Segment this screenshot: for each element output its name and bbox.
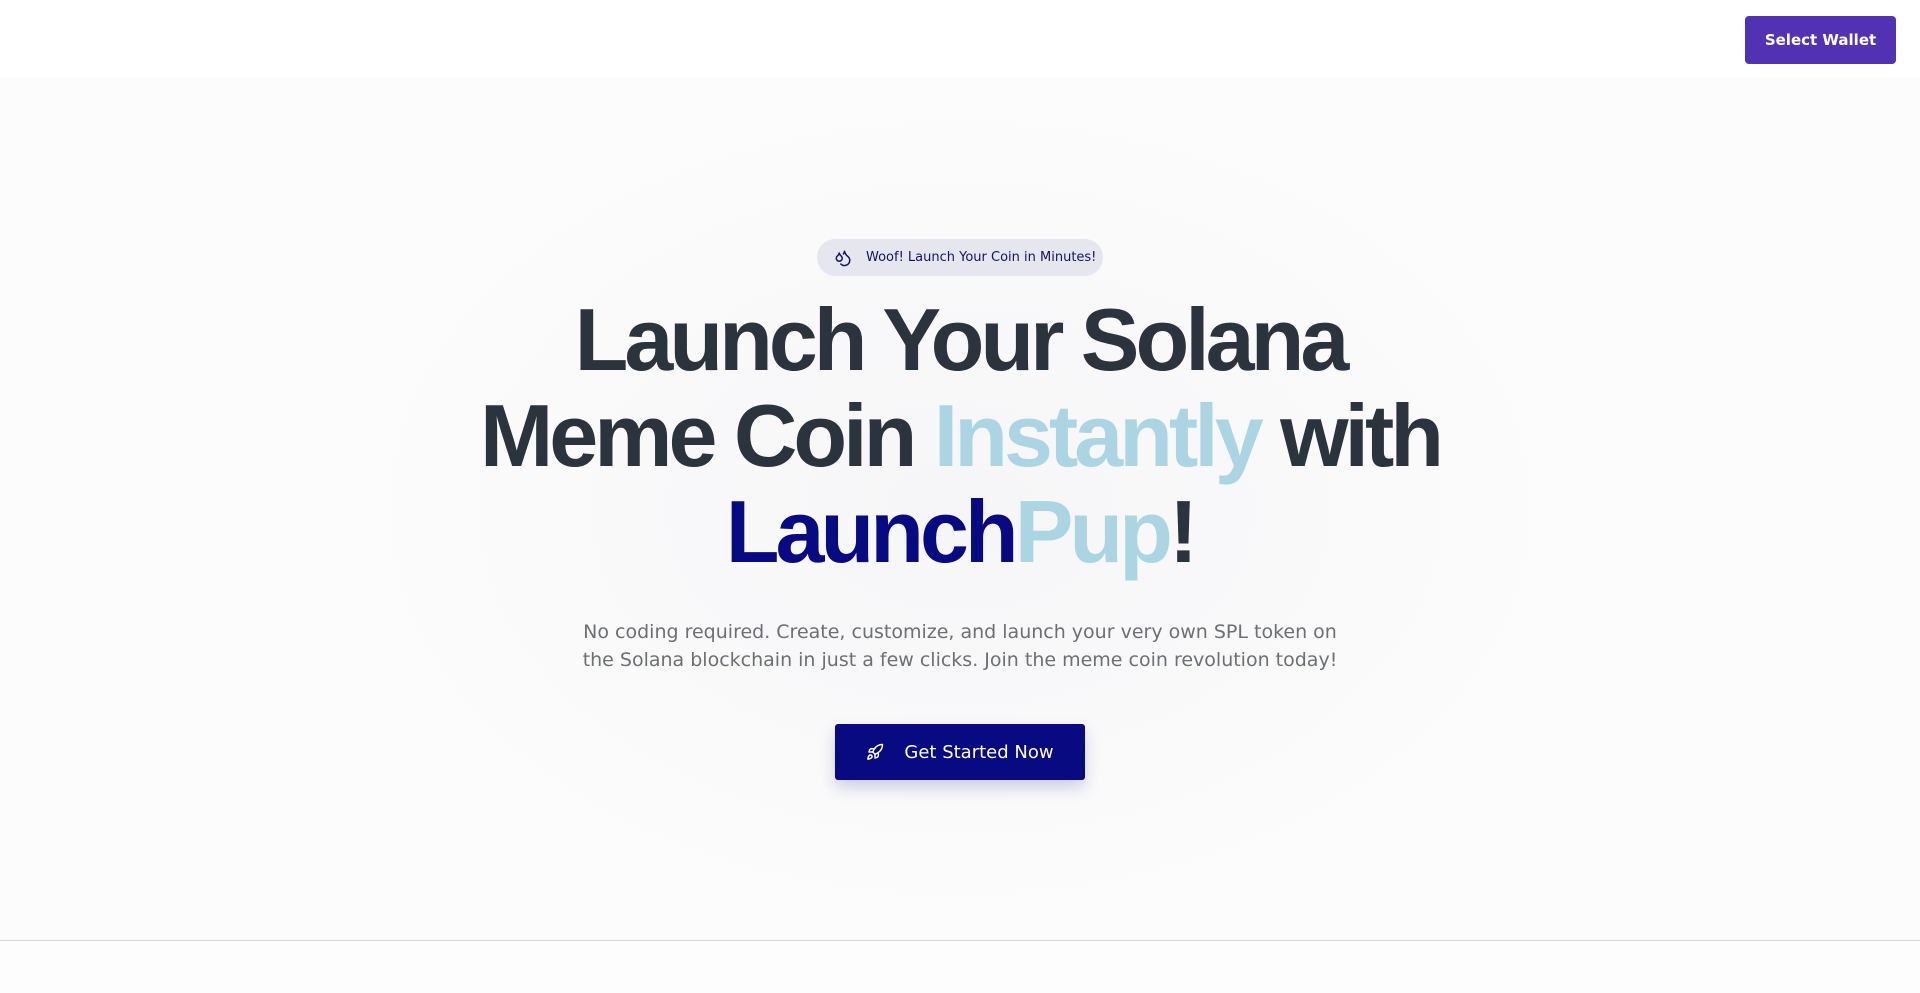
headline-line-2: Meme Coin Instantly with	[360, 388, 1560, 484]
badge-text: Woof! Launch Your Coin in Minutes!	[866, 250, 1097, 265]
brand-name-launch: Launch	[725, 482, 1019, 581]
subtitle-line-2: the Solana blockchain in just a few clic…	[582, 649, 1338, 671]
droplets-icon	[833, 248, 853, 268]
get-started-button[interactable]: Get Started Now	[835, 724, 1085, 780]
page: Select Wallet Woof! Launch Your Coin in …	[0, 0, 1920, 993]
get-started-label: Get Started Now	[904, 741, 1054, 763]
headline-highlight-instantly: Instantly	[933, 386, 1264, 485]
headline-brand-line: LaunchPup!	[360, 484, 1560, 580]
headline-meme-coin: Meme Coin	[479, 386, 934, 485]
hero-subtitle: No coding required. Create, customize, a…	[560, 618, 1360, 674]
next-section	[0, 941, 1920, 993]
headline-with: with	[1259, 386, 1444, 485]
hero-headline: Launch Your Solana Meme Coin Instantly w…	[360, 292, 1560, 580]
rocket-icon	[866, 743, 884, 761]
brand-name-pup: Pup	[1014, 482, 1173, 581]
hero-badge: Woof! Launch Your Coin in Minutes!	[817, 239, 1103, 276]
select-wallet-button[interactable]: Select Wallet	[1745, 16, 1896, 64]
headline-exclamation: !	[1168, 482, 1198, 581]
subtitle-line-1: No coding required. Create, customize, a…	[583, 621, 1337, 643]
headline-line-1: Launch Your Solana	[574, 290, 1350, 389]
